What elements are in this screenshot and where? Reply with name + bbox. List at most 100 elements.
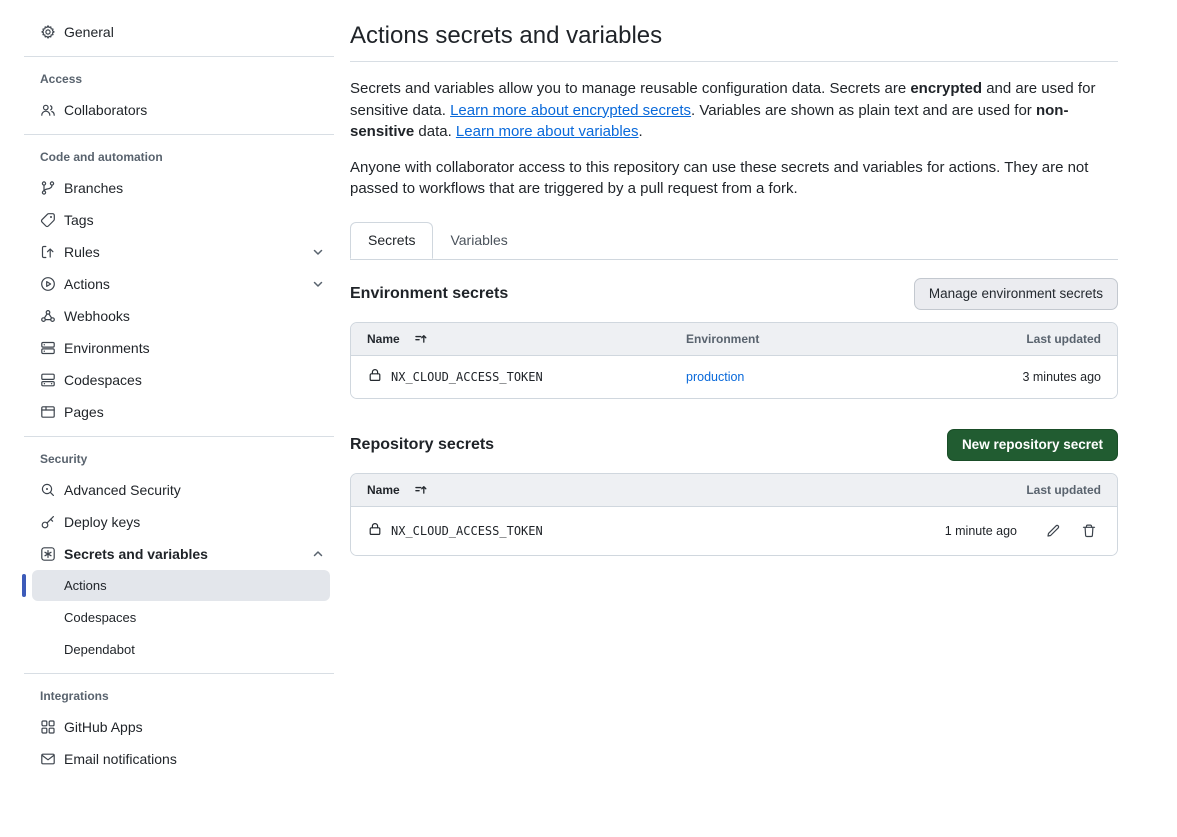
environment-secrets-section: Environment secrets Manage environment s… <box>350 278 1118 399</box>
sidebar-divider <box>24 673 334 674</box>
git-branch-icon <box>40 180 56 196</box>
edit-secret-button[interactable] <box>1045 523 1061 539</box>
secrets-variables-tabs: Secrets Variables <box>350 222 1118 260</box>
environment-secrets-heading: Environment secrets <box>350 285 508 303</box>
sidebar-item-label: Advanced Security <box>64 482 181 498</box>
sidebar-subitem-actions[interactable]: Actions <box>32 570 330 601</box>
table-header-row: Name Environment Last updated <box>351 323 1117 356</box>
grid-icon <box>40 719 56 735</box>
sidebar-subitem-label: Actions <box>64 578 107 593</box>
tab-secrets[interactable]: Secrets <box>350 222 433 259</box>
server-icon <box>40 340 56 356</box>
gear-icon <box>40 24 56 40</box>
sidebar-item-advanced-security[interactable]: Advanced Security <box>24 474 334 506</box>
sidebar-item-label: General <box>64 24 114 40</box>
sidebar-item-rules[interactable]: Rules <box>24 236 334 268</box>
active-indicator <box>22 574 26 597</box>
environment-link[interactable]: production <box>686 370 744 384</box>
last-updated: 1 minute ago <box>945 524 1017 538</box>
sidebar-item-environments[interactable]: Environments <box>24 332 334 364</box>
sidebar-item-label: Collaborators <box>64 102 147 118</box>
intro-text: . <box>639 123 643 140</box>
manage-environment-secrets-button[interactable]: Manage environment secrets <box>914 278 1118 310</box>
sidebar-item-label: Branches <box>64 180 123 196</box>
sidebar-divider <box>24 436 334 437</box>
sidebar-item-label: Secrets and variables <box>64 546 208 562</box>
chevron-down-icon <box>310 244 326 260</box>
tag-icon <box>40 212 56 228</box>
sort-ascending-icon <box>414 332 428 346</box>
sidebar-item-label: Tags <box>64 212 94 228</box>
repository-secrets-section: Repository secrets New repository secret… <box>350 429 1118 556</box>
sidebar-item-label: Email notifications <box>64 751 177 767</box>
sidebar-item-github-apps[interactable]: GitHub Apps <box>24 711 334 743</box>
sidebar-section-integrations: Integrations <box>40 687 334 705</box>
new-repository-secret-button[interactable]: New repository secret <box>947 429 1118 461</box>
repository-secrets-heading: Repository secrets <box>350 436 494 454</box>
table-row: NX_CLOUD_ACCESS_TOKEN 1 minute ago <box>351 507 1117 555</box>
sidebar-divider <box>24 56 334 57</box>
sidebar-item-email-notifications[interactable]: Email notifications <box>24 743 334 775</box>
sidebar-item-webhooks[interactable]: Webhooks <box>24 300 334 332</box>
sidebar-item-deploy-keys[interactable]: Deploy keys <box>24 506 334 538</box>
sidebar-item-collaborators[interactable]: Collaborators <box>24 94 334 126</box>
sidebar-item-branches[interactable]: Branches <box>24 172 334 204</box>
sidebar-item-pages[interactable]: Pages <box>24 396 334 428</box>
learn-more-variables-link[interactable]: Learn more about variables <box>456 123 639 140</box>
table-row: NX_CLOUD_ACCESS_TOKEN production 3 minut… <box>351 356 1117 398</box>
codespaces-icon <box>40 372 56 388</box>
column-header-environment: Environment <box>686 332 1026 346</box>
sidebar-item-label: Codespaces <box>64 372 142 388</box>
column-header-name[interactable]: Name <box>351 332 686 346</box>
sidebar-item-general[interactable]: General <box>24 16 334 48</box>
intro-text: . Variables are shown as plain text and … <box>691 102 1036 119</box>
tab-variables[interactable]: Variables <box>433 222 524 259</box>
sidebar-item-label: Webhooks <box>64 308 130 324</box>
sidebar-item-secrets-and-variables[interactable]: Secrets and variables <box>24 538 334 570</box>
asterisk-box-icon <box>40 546 56 562</box>
people-icon <box>40 102 56 118</box>
sidebar-subitem-codespaces[interactable]: Codespaces <box>32 602 330 633</box>
sidebar-subitem-label: Dependabot <box>64 642 135 657</box>
secret-name: NX_CLOUD_ACCESS_TOKEN <box>391 524 543 538</box>
lock-icon <box>367 367 383 386</box>
browser-icon <box>40 404 56 420</box>
sidebar-item-label: Actions <box>64 276 110 292</box>
intro-paragraph-1: Secrets and variables allow you to manag… <box>350 78 1118 143</box>
intro-text: Secrets and variables allow you to manag… <box>350 80 910 97</box>
sidebar-section-security: Security <box>40 450 334 468</box>
codescan-icon <box>40 482 56 498</box>
last-updated: 3 minutes ago <box>1022 370 1117 384</box>
sidebar-item-label: GitHub Apps <box>64 719 143 735</box>
webhook-icon <box>40 308 56 324</box>
chevron-down-icon <box>310 276 326 292</box>
repository-secrets-table: Name Last updated <box>350 473 1118 556</box>
column-header-last-updated: Last updated <box>1026 483 1117 497</box>
environment-secrets-table: Name Environment Last updated <box>350 322 1118 399</box>
column-header-name[interactable]: Name <box>351 483 1026 497</box>
page-title: Actions secrets and variables <box>350 22 1118 50</box>
sidebar-item-tags[interactable]: Tags <box>24 204 334 236</box>
title-divider <box>350 61 1118 62</box>
delete-secret-button[interactable] <box>1081 523 1097 539</box>
intro-bold-encrypted: encrypted <box>910 80 982 97</box>
mail-icon <box>40 751 56 767</box>
rules-icon <box>40 244 56 260</box>
sidebar-subitem-dependabot[interactable]: Dependabot <box>32 634 330 665</box>
row-actions <box>1045 523 1117 539</box>
settings-page: General Access Collaborators Code and au… <box>0 0 1177 775</box>
key-icon <box>40 514 56 530</box>
sort-ascending-icon <box>414 483 428 497</box>
sidebar-item-codespaces[interactable]: Codespaces <box>24 364 334 396</box>
sidebar-item-label: Deploy keys <box>64 514 140 530</box>
settings-sidebar: General Access Collaborators Code and au… <box>0 0 350 775</box>
table-header-row: Name Last updated <box>351 474 1117 507</box>
sidebar-item-label: Environments <box>64 340 150 356</box>
learn-more-encrypted-secrets-link[interactable]: Learn more about encrypted secrets <box>450 102 691 119</box>
column-header-last-updated: Last updated <box>1026 332 1117 346</box>
sidebar-item-actions[interactable]: Actions <box>24 268 334 300</box>
main-content: Actions secrets and variables Secrets an… <box>350 0 1118 775</box>
play-icon <box>40 276 56 292</box>
secret-name: NX_CLOUD_ACCESS_TOKEN <box>391 370 543 384</box>
intro-paragraph-2: Anyone with collaborator access to this … <box>350 157 1118 200</box>
